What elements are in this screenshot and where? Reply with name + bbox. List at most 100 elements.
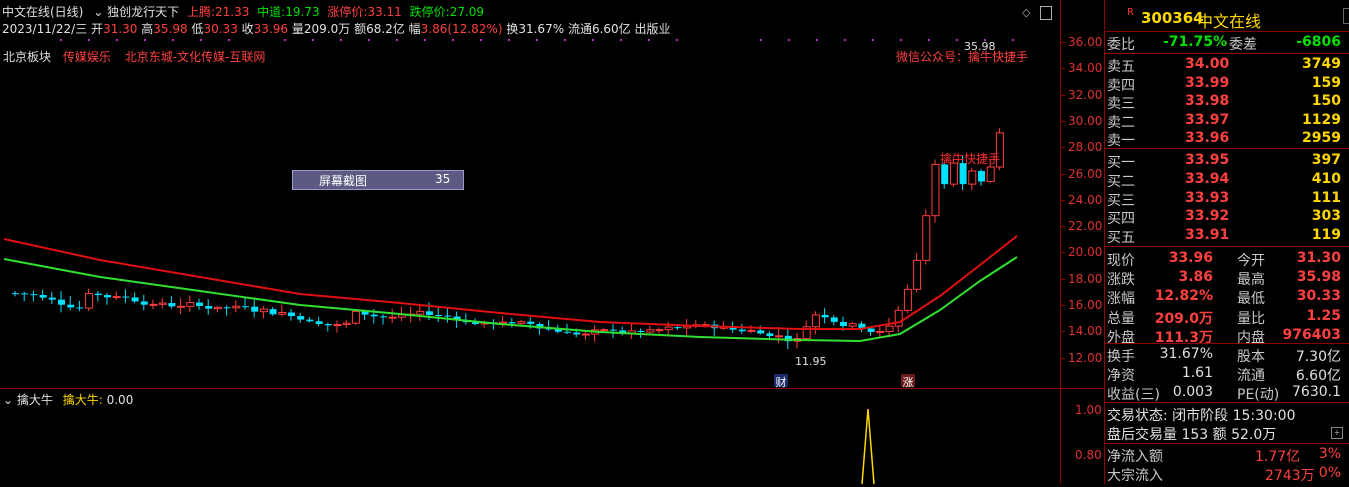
candle-up xyxy=(232,305,241,309)
signal-dot xyxy=(1012,39,1014,41)
limit-up-marker[interactable]: 涨 xyxy=(901,374,915,389)
sell-row[interactable]: 卖五 34.00 3749 xyxy=(1105,55,1341,75)
buy-row[interactable]: 买三 33.93 111 xyxy=(1105,189,1341,209)
stat-value-2: 7.30亿 xyxy=(1295,349,1341,365)
ohlc-date: 2023/11/22/三 xyxy=(2,22,88,36)
stock-code: 300364 xyxy=(1141,9,1204,27)
sell-row[interactable]: 卖一 33.96 2959 xyxy=(1105,129,1341,149)
candle-up xyxy=(112,296,121,299)
panel-scroll-icon[interactable] xyxy=(1343,8,1349,24)
scroll-icon[interactable] xyxy=(1040,6,1052,20)
diamond-icon[interactable]: ◇ xyxy=(1022,6,1030,19)
sub-indicator-panel[interactable]: ⌄ 擒大牛 擒大牛: 0.00 xyxy=(0,388,1060,485)
expand-icon[interactable]: + xyxy=(1331,427,1343,439)
sell-row[interactable]: 卖二 33.97 1129 xyxy=(1105,111,1341,131)
signal-dot xyxy=(144,39,146,41)
signal-dot xyxy=(676,39,678,41)
chart-title: 中文在线(日线) xyxy=(2,5,84,19)
candle-down xyxy=(288,312,295,317)
sell-row[interactable]: 卖三 33.98 150 xyxy=(1105,92,1341,112)
price-tick-mark xyxy=(1060,199,1065,201)
block-inflow-pct: 0% xyxy=(1318,465,1341,481)
candle-up xyxy=(581,333,590,336)
buy-row[interactable]: 买一 33.95 397 xyxy=(1105,151,1341,171)
stat-label-2: 量比 xyxy=(1237,310,1265,327)
location-tag[interactable]: 北京东城-文化传媒-互联网 xyxy=(125,50,266,64)
sub-indicator-name[interactable]: 擒大牛 xyxy=(17,393,53,407)
indicator-name[interactable]: 独创龙行天下 xyxy=(107,5,179,19)
candle-down xyxy=(251,306,259,312)
close-value: 33.96 xyxy=(253,22,289,36)
close-label: 收 xyxy=(241,22,254,36)
net-inflow-value: 1.77亿 xyxy=(1255,449,1301,465)
price-tick-mark xyxy=(1060,252,1065,254)
open-label: 开 xyxy=(91,22,104,36)
region-tag[interactable]: 北京板块 xyxy=(3,50,51,64)
stat-row: 换手 31.67% 股本 7.30亿 xyxy=(1105,345,1341,365)
vol-value: 209.0万 xyxy=(303,22,351,36)
candle-up xyxy=(600,329,609,332)
stat-label: 换手 xyxy=(1107,349,1135,365)
mid-label: 中道: xyxy=(257,5,286,19)
candle-down xyxy=(380,316,387,318)
watermark-text: 擒牛快捷手 xyxy=(940,152,1001,166)
candle-down xyxy=(104,295,111,298)
buy-row[interactable]: 买二 33.94 410 xyxy=(1105,170,1341,190)
mid-value: 19.73 xyxy=(285,5,320,19)
candle-up xyxy=(158,302,167,305)
turn-value: 31.67% xyxy=(518,22,565,36)
candle-up xyxy=(177,305,186,308)
stat-label-2: 最低 xyxy=(1237,291,1265,308)
signal-dot xyxy=(424,39,426,41)
candle-down xyxy=(637,330,645,332)
stat-row: 涨幅 12.82% 最低 30.33 xyxy=(1105,287,1341,308)
candle-down xyxy=(867,328,875,333)
candle-up xyxy=(913,259,922,290)
low-value: 30.33 xyxy=(203,22,238,36)
signal-dot xyxy=(648,39,650,41)
price-axis: 36.00 34.00 32.00 30.00 28.00 26.00 24.00 22.00… xyxy=(1060,0,1105,484)
collapse-icon[interactable]: ⌄ xyxy=(93,5,103,19)
stat-label-2: 最高 xyxy=(1237,272,1265,289)
signal-dot xyxy=(340,39,342,41)
candle-up xyxy=(517,321,526,324)
finance-marker[interactable]: 财 xyxy=(774,374,788,389)
sub-collapse-icon[interactable]: ⌄ xyxy=(3,393,13,407)
kline-chart[interactable]: 中文在线(日线) ⌄ 独创龙行天下 上腾:21.33 中道:19.73 涨停价:… xyxy=(0,0,1060,389)
high-value: 35.98 xyxy=(153,22,188,36)
candle-down xyxy=(573,332,581,335)
float-value: 6.60亿 xyxy=(591,22,631,36)
candle-up xyxy=(213,306,222,310)
sub-indicator-value: 0.00 xyxy=(106,393,134,407)
sell-price: 33.96 xyxy=(1185,130,1230,147)
buy-row[interactable]: 买四 33.92 303 xyxy=(1105,207,1341,227)
signal-dot xyxy=(200,39,202,41)
candle-down xyxy=(821,314,829,318)
signal-dot xyxy=(172,39,174,41)
price-tick-mark xyxy=(1060,226,1065,228)
quote-sep-6 xyxy=(1105,402,1349,403)
candle-up xyxy=(259,308,268,313)
sell-row[interactable]: 卖四 33.99 159 xyxy=(1105,74,1341,94)
candle-down xyxy=(564,331,571,333)
candle-up xyxy=(968,170,977,185)
candle-down xyxy=(297,316,305,320)
stat-value: 31.67% xyxy=(1159,346,1213,362)
price-tick: 22.00 xyxy=(1068,219,1103,234)
stat-value: 12.82% xyxy=(1154,288,1213,305)
stat-row: 收益(三) 0.003 PE(动) 7630.1 xyxy=(1105,383,1341,403)
stat-value-2: 35.98 xyxy=(1296,269,1341,286)
buy-row[interactable]: 买五 33.91 119 xyxy=(1105,226,1341,246)
candle-up xyxy=(388,316,397,319)
quote-sep-4 xyxy=(1105,246,1349,247)
candle-down xyxy=(508,322,516,324)
price-tick: 36.00 xyxy=(1068,35,1103,49)
candle-up xyxy=(903,288,912,311)
net-inflow-row: 净流入额 1.77亿 3% xyxy=(1105,445,1341,465)
candle-down xyxy=(306,319,314,322)
limit-down-label: 跌停价: xyxy=(409,5,450,19)
screenshot-value: 35 xyxy=(435,172,451,186)
candle-down xyxy=(76,307,84,309)
candle-down xyxy=(269,309,277,315)
concept-tag[interactable]: 传媒娱乐 xyxy=(63,50,111,64)
